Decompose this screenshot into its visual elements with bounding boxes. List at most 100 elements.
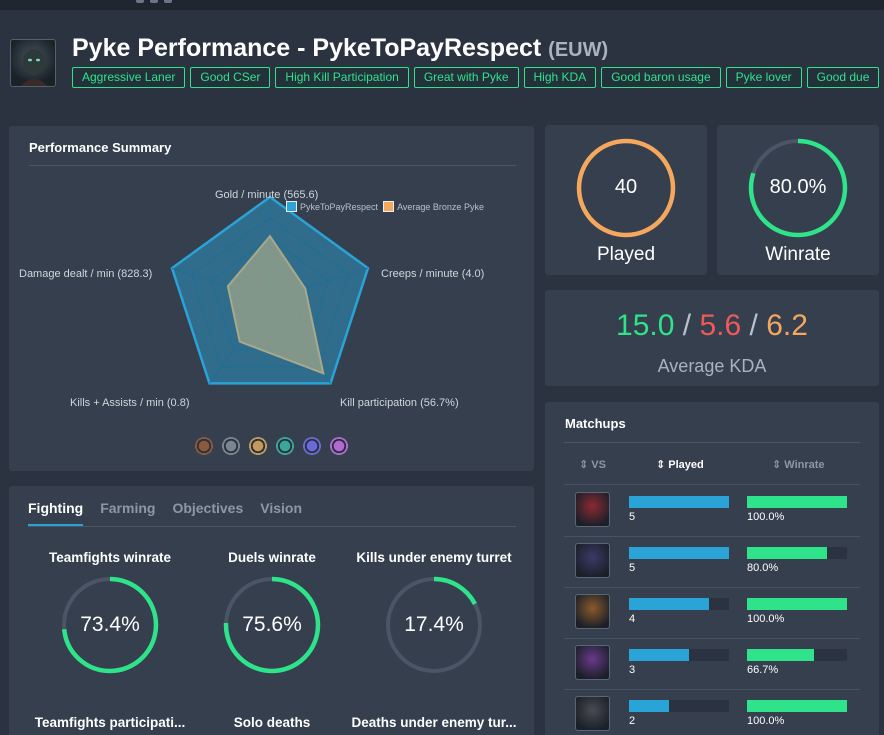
rank-master-icon[interactable] bbox=[329, 437, 349, 457]
nav-dot-icon bbox=[164, 0, 172, 3]
rank-gold-icon[interactable] bbox=[248, 437, 268, 457]
stat-value: 75.6% bbox=[242, 613, 302, 636]
winrate-label: Winrate bbox=[765, 244, 831, 265]
kda-assists: 6.2 bbox=[766, 309, 808, 342]
rank-diamond-icon[interactable] bbox=[302, 437, 322, 457]
stat-label: Deaths under enemy tur... bbox=[351, 715, 517, 730]
top-nav-strip bbox=[0, 0, 884, 10]
opponent-champion-icon bbox=[575, 696, 610, 731]
tag-badge: High Kill Participation bbox=[275, 67, 409, 88]
row-divider bbox=[564, 689, 860, 690]
sort-vs-button[interactable]: ⇕ VS bbox=[579, 458, 606, 471]
played-bar-track bbox=[629, 649, 729, 661]
radar-axis-label: Kills + Assists / min (0.8) bbox=[70, 397, 190, 409]
matchup-row[interactable]: 2 100.0% bbox=[564, 691, 860, 735]
legend-player-label: PykeToPayRespect bbox=[300, 202, 379, 212]
rank-silver-icon[interactable] bbox=[221, 437, 241, 457]
tab-vision[interactable]: Vision bbox=[260, 500, 302, 524]
matchup-row[interactable]: 3 66.7% bbox=[564, 640, 860, 691]
winrate-bar-fill bbox=[747, 700, 847, 712]
sort-winrate-button[interactable]: ⇕ Winrate bbox=[772, 458, 825, 471]
tab-fighting[interactable]: Fighting bbox=[28, 500, 84, 526]
opponent-champion-icon bbox=[575, 594, 610, 629]
tag-badge: Good due bbox=[806, 67, 880, 88]
played-bar-fill bbox=[629, 649, 689, 661]
winrate-value: 100.0% bbox=[747, 511, 785, 523]
page-title: Pyke Performance - PykeToPayRespect (EUW… bbox=[72, 34, 608, 63]
played-header: Played bbox=[668, 459, 704, 471]
performance-summary-title: Performance Summary bbox=[29, 140, 172, 155]
winrate-bar-track bbox=[747, 598, 847, 610]
stat-label: Teamfights participati... bbox=[34, 715, 186, 730]
champion-avatar bbox=[10, 39, 56, 87]
matchup-row[interactable]: 4 100.0% bbox=[564, 589, 860, 640]
row-divider bbox=[564, 587, 860, 588]
tag-badge: Aggressive Laner bbox=[72, 67, 186, 88]
kda-deaths: 5.6 bbox=[699, 309, 742, 342]
played-bar-track bbox=[629, 598, 729, 610]
played-value: 40 bbox=[614, 176, 638, 198]
row-divider bbox=[564, 484, 860, 485]
tag-badge: High KDA bbox=[523, 67, 597, 88]
stats-tab-bar: Fighting Farming Objectives Vision bbox=[28, 500, 319, 526]
played-bar-fill bbox=[629, 700, 669, 712]
played-value: 3 bbox=[629, 664, 636, 676]
kda-separator: / bbox=[682, 309, 692, 342]
vs-header: VS bbox=[591, 459, 606, 471]
kda-value: 15.0 / 5.6 / 6.2 bbox=[546, 309, 878, 343]
winrate-value: 66.7% bbox=[747, 664, 779, 676]
kda-label: Average KDA bbox=[657, 356, 767, 376]
matchup-row[interactable]: 5 100.0% bbox=[564, 487, 860, 538]
nav-dot-icon bbox=[136, 0, 144, 3]
played-value: 5 bbox=[629, 511, 636, 523]
played-value: 2 bbox=[629, 715, 636, 727]
played-bar-fill bbox=[629, 547, 729, 559]
winrate-bar-fill bbox=[747, 547, 827, 559]
winrate-bar-track bbox=[747, 547, 847, 559]
played-value: 4 bbox=[629, 613, 636, 625]
stat-label: Duels winrate bbox=[228, 550, 316, 565]
winrate-bar-track bbox=[747, 700, 847, 712]
winrate-bar-track bbox=[747, 496, 847, 508]
played-bar-track bbox=[629, 547, 729, 559]
nav-dot-icon bbox=[150, 0, 158, 3]
radar-axis-label: Kill participation (56.7%) bbox=[340, 397, 459, 409]
winrate-bar-track bbox=[747, 649, 847, 661]
divider bbox=[564, 442, 860, 443]
winrate-value: 100.0% bbox=[747, 613, 785, 625]
stat-label: Solo deaths bbox=[233, 715, 311, 730]
radar-legend: PykeToPayRespect Average Bronze Pyke bbox=[286, 201, 484, 212]
tab-objectives[interactable]: Objectives bbox=[172, 500, 243, 524]
winrate-header: Winrate bbox=[784, 459, 825, 471]
stat-label: Kills under enemy turret bbox=[356, 550, 512, 565]
played-bar-fill bbox=[629, 598, 709, 610]
matchups-title: Matchups bbox=[565, 416, 626, 431]
tab-farming[interactable]: Farming bbox=[100, 500, 155, 524]
row-divider bbox=[564, 536, 860, 537]
stat-value: 73.4% bbox=[80, 613, 140, 636]
tag-badge: Great with Pyke bbox=[413, 67, 519, 88]
winrate-bar-fill bbox=[747, 496, 847, 508]
winrate-value: 80.0% bbox=[769, 176, 827, 198]
region-label: (EUW) bbox=[548, 39, 609, 61]
radar-axis-label: Damage dealt / min (828.3) bbox=[19, 268, 153, 280]
tag-badge: Good CSer bbox=[190, 67, 271, 88]
tag-badge: Pyke lover bbox=[725, 67, 802, 88]
opponent-champion-icon bbox=[575, 492, 610, 527]
stat-label: Teamfights winrate bbox=[48, 550, 172, 565]
winrate-value: 100.0% bbox=[747, 715, 785, 727]
page-title-text: Pyke Performance - PykeToPayRespect bbox=[72, 34, 542, 62]
sort-played-button[interactable]: ⇕ Played bbox=[656, 458, 704, 471]
rank-filter-list bbox=[194, 437, 356, 462]
row-divider bbox=[564, 638, 860, 639]
played-value: 5 bbox=[629, 562, 636, 574]
divider bbox=[28, 526, 516, 527]
matchup-row[interactable]: 5 80.0% bbox=[564, 538, 860, 589]
rank-platinum-icon[interactable] bbox=[275, 437, 295, 457]
winrate-bar-fill bbox=[747, 598, 847, 610]
played-label: Played bbox=[596, 244, 656, 265]
tag-badge: Good baron usage bbox=[601, 67, 721, 88]
tag-list: Aggressive Laner Good CSer High Kill Parti… bbox=[72, 67, 884, 89]
rank-bronze-icon[interactable] bbox=[194, 437, 214, 457]
kda-kills: 15.0 bbox=[616, 309, 675, 342]
